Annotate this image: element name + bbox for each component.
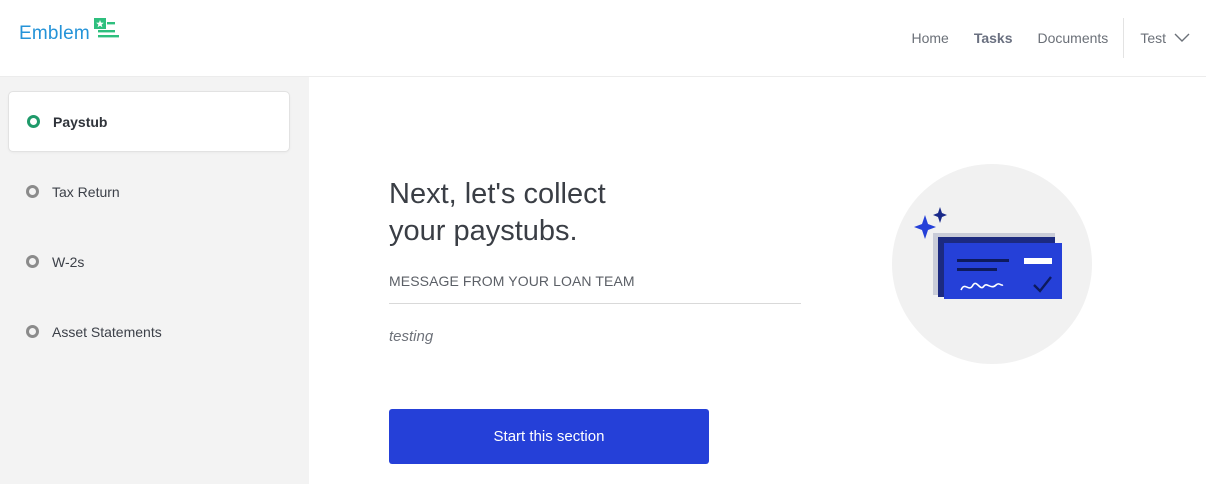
brand-logo[interactable]: Emblem [19,18,120,45]
status-dot-icon [26,185,39,198]
sidebar-item-label: Paystub [53,113,108,130]
nav-documents[interactable]: Documents [1038,30,1109,46]
page-title: Next, let's collect your paystubs. [389,176,606,250]
status-dot-icon [26,325,39,338]
sidebar-item-tax-return[interactable]: Tax Return [8,161,290,222]
star-flag-icon [93,18,120,45]
task-sidebar: Paystub Tax Return W-2s Asset Statements [0,77,309,484]
paycheck-illustration [891,163,1093,365]
start-section-button[interactable]: Start this section [389,409,709,464]
brand-name: Emblem [19,22,90,44]
sidebar-item-w2s[interactable]: W-2s [8,231,290,292]
page-title-line-2: your paystubs. [389,215,578,247]
sidebar-item-label: Tax Return [52,183,120,200]
nav-divider [1123,18,1125,58]
page-title-line-1: Next, let's collect [389,178,606,210]
user-menu[interactable]: Test [1140,30,1190,46]
sidebar-item-label: W-2s [52,253,85,270]
message-divider [389,303,801,304]
sidebar-item-paystub[interactable]: Paystub [8,91,290,152]
message-body: testing [389,328,434,345]
status-dot-icon [26,255,39,268]
nav-tasks[interactable]: Tasks [974,30,1013,46]
sidebar-item-label: Asset Statements [52,323,162,340]
sidebar-item-asset-statements[interactable]: Asset Statements [8,301,290,362]
main-nav: Home Tasks Documents Test [911,0,1206,76]
nav-home[interactable]: Home [911,30,948,46]
top-header: Emblem Home Tasks Documents Test [0,0,1206,77]
user-name: Test [1140,30,1166,46]
status-dot-icon [27,115,40,128]
message-heading: MESSAGE FROM YOUR LOAN TEAM [389,273,635,289]
chevron-down-icon [1166,30,1190,46]
